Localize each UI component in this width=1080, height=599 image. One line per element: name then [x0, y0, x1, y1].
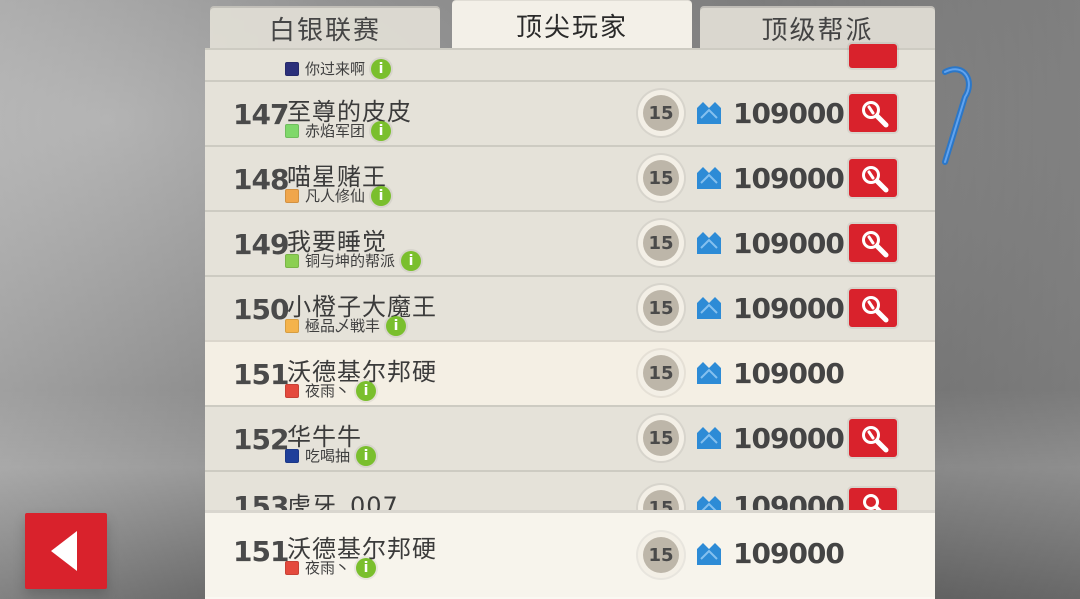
back-arrow-icon	[51, 531, 77, 571]
info-icon[interactable]: i	[371, 185, 392, 206]
guild-icon	[285, 61, 299, 76]
tab-top-players[interactable]: 顶尖玩家	[452, 0, 692, 50]
cat-badge-icon	[697, 297, 721, 319]
info-icon[interactable]: i	[356, 380, 377, 401]
guild-name: 夜雨丶	[305, 559, 351, 577]
cat-badge-icon	[697, 232, 721, 254]
leaderboard-tabs: 白银联赛 顶尖玩家 顶级帮派	[205, 0, 940, 50]
tab-label: 顶尖玩家	[515, 12, 628, 43]
guild-icon	[285, 188, 299, 203]
info-icon[interactable]: i	[386, 315, 407, 336]
table-row: 148 喵星赌王 凡人修仙 i 15 109000	[205, 145, 935, 210]
table-row: 你过来啊 i	[205, 44, 935, 80]
cat-badge-icon	[697, 167, 721, 189]
info-icon[interactable]: i	[401, 250, 422, 271]
tab-label: 顶级帮派	[761, 15, 874, 46]
score: 109000	[733, 357, 845, 390]
scout-button[interactable]	[849, 94, 897, 132]
rank: 152	[233, 423, 289, 456]
guild-icon	[285, 318, 299, 333]
info-icon[interactable]: i	[356, 445, 377, 466]
magnifier-icon	[862, 296, 889, 323]
current-player-sticky: 151 沃德基尔邦硬 夜雨丶 i 15 109000	[205, 510, 935, 599]
guild-icon	[285, 253, 299, 268]
tab-label: 白银联赛	[268, 15, 381, 46]
magnifier-icon	[862, 166, 889, 193]
guild-name: 你过来啊	[305, 60, 366, 78]
cat-badge-icon	[697, 543, 721, 565]
guild: 凡人修仙 i	[285, 185, 392, 206]
rank: 147	[233, 98, 289, 131]
table-row: 149 我要睡觉 铜与坤的帮派 i 15 109000	[205, 210, 935, 275]
level-badge: 15	[643, 537, 679, 573]
scout-button[interactable]	[849, 224, 897, 262]
table-row: 147 至尊的皮皮 赤焰军团 i 15 109000	[205, 80, 935, 145]
magnifier-icon	[862, 426, 889, 453]
magnifier-icon	[849, 44, 897, 68]
guild-icon	[285, 560, 299, 575]
guild-icon	[285, 123, 299, 138]
info-icon[interactable]: i	[371, 120, 392, 141]
guild-name: 夜雨丶	[305, 382, 351, 400]
guild-name: 凡人修仙	[305, 187, 366, 205]
level-badge: 15	[643, 420, 679, 456]
rank: 151	[233, 358, 289, 391]
score: 109000	[733, 162, 845, 195]
cat-badge-icon	[697, 362, 721, 384]
scout-button[interactable]	[849, 44, 897, 68]
cat-badge-icon	[697, 427, 721, 449]
rank: 149	[233, 228, 289, 261]
rank: 150	[233, 293, 289, 326]
back-button[interactable]	[25, 513, 107, 589]
guild: 夜雨丶 i	[285, 380, 377, 401]
tab-top-gangs[interactable]: 顶级帮派	[700, 6, 935, 50]
rank: 148	[233, 163, 289, 196]
guild-icon	[285, 448, 299, 463]
leaderboard: 白银联赛 顶尖玩家 顶级帮派 你过来啊 i 147 至尊的皮皮 赤焰军团 i 1…	[205, 0, 972, 599]
guild: 你过来啊 i	[285, 58, 392, 79]
guild: 铜与坤的帮派 i	[285, 250, 422, 271]
table-row-current-player: 151 沃德基尔邦硬 夜雨丶 i 15 109000	[205, 340, 935, 405]
scout-button[interactable]	[849, 289, 897, 327]
table-row: 152 华牛牛 吃喝抽 i 15 109000	[205, 405, 935, 470]
cat-badge-icon	[697, 102, 721, 124]
magnifier-icon	[862, 231, 889, 258]
table-row: 150 小橙子大魔王 極品乄戦丰 i 15 109000	[205, 275, 935, 340]
level-badge: 15	[643, 290, 679, 326]
magnifier-icon	[862, 101, 889, 128]
guild-name: 極品乄戦丰	[305, 317, 381, 335]
score: 109000	[733, 292, 845, 325]
score: 109000	[733, 97, 845, 130]
guild-icon	[285, 383, 299, 398]
tab-silver-league[interactable]: 白银联赛	[210, 6, 440, 50]
info-icon[interactable]: i	[371, 58, 392, 79]
guild-name: 吃喝抽	[305, 447, 351, 465]
guild-name: 赤焰军团	[305, 122, 366, 140]
guild: 夜雨丶 i	[285, 557, 377, 578]
guild-name: 铜与坤的帮派	[305, 252, 396, 270]
scout-button[interactable]	[849, 419, 897, 457]
score: 109000	[733, 227, 845, 260]
level-badge: 15	[643, 225, 679, 261]
scout-button[interactable]	[849, 159, 897, 197]
level-badge: 15	[643, 160, 679, 196]
guild: 赤焰军团 i	[285, 120, 392, 141]
level-badge: 15	[643, 355, 679, 391]
clip-hook-icon	[942, 66, 972, 165]
rank: 151	[233, 535, 289, 568]
info-icon[interactable]: i	[356, 557, 377, 578]
guild: 極品乄戦丰 i	[285, 315, 407, 336]
guild: 吃喝抽 i	[285, 445, 377, 466]
score: 109000	[733, 537, 845, 570]
score: 109000	[733, 422, 845, 455]
level-badge: 15	[643, 95, 679, 131]
